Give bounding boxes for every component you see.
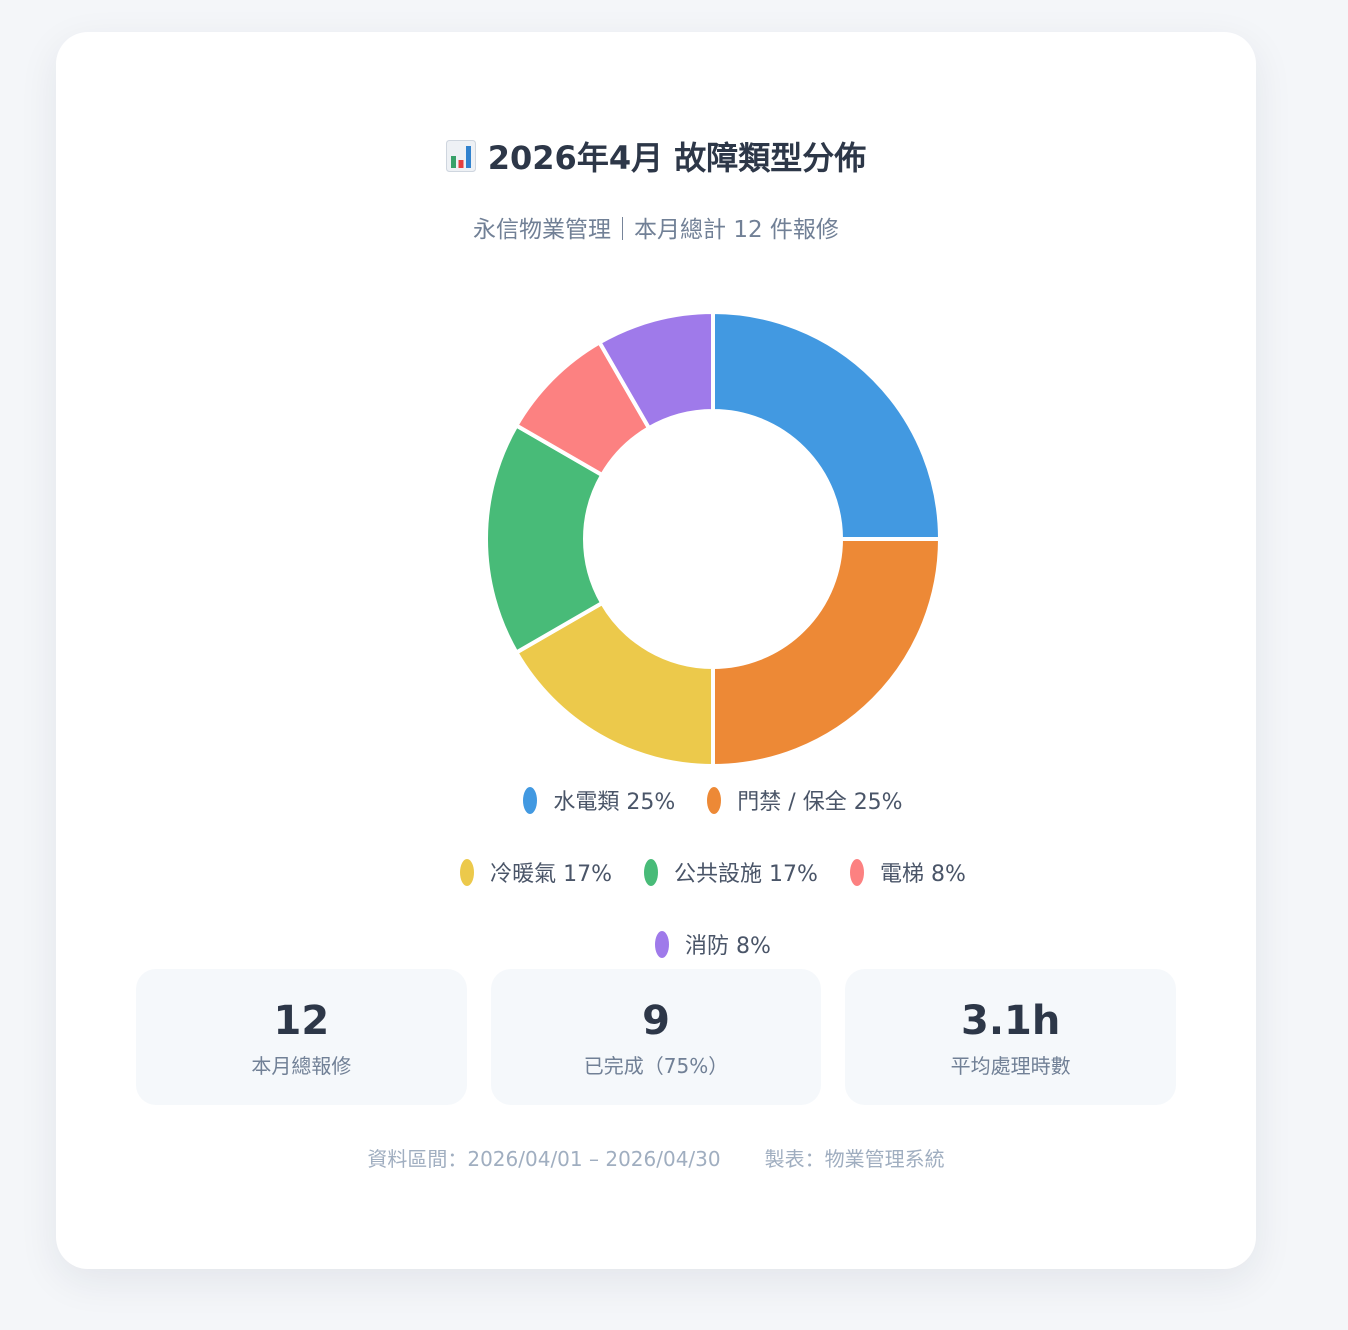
legend-swatch [849,858,864,886]
legend-label: 公共設施 17% [674,862,818,887]
stat-card-total: 12 本月總報修 [136,969,467,1105]
legend-item[interactable]: 門禁 / 保全 25% [707,784,903,816]
legend-swatch [707,786,722,814]
legend-swatch [644,858,659,886]
subtitle: 永信物業管理｜本月總計 12 件報修 [473,217,839,243]
stat-label: 平均處理時數 [950,1054,1071,1078]
stat-label: 本月總報修 [251,1054,352,1078]
legend-label: 電梯 8% [879,862,966,887]
legend-label: 冷暖氣 17% [490,862,613,887]
legend-swatch [523,786,538,814]
legend-label: 消防 8% [685,934,771,959]
stat-card-completed: 9 已完成（75%） [490,969,822,1105]
stat-value: 3.1h [961,998,1061,1044]
legend-swatch [655,930,670,958]
title-text: 2026年4月 故障類型分佈 [487,139,867,177]
page-title: 2026年4月 故障類型分佈 [56,136,1256,180]
footer-maker: 製表：物業管理系統 [764,1147,945,1171]
chart-legend: 水電類 25% 門禁 / 保全 25% 冷暖氣 17% 公共設施 17% 電梯 8% 消防… [426,784,1000,960]
report-card: 2026年4月 故障類型分佈 永信物業管理｜本月總計 12 件報修 水電類 25… [56,32,1256,1269]
legend-label: 門禁 / 保全 25% [737,790,903,815]
footer: 資料區間：2026/04/01 – 2026/04/30 製表：物業管理系統 [56,1144,1256,1174]
legend-label: 水電類 25% [553,790,676,815]
legend-item[interactable]: 公共設施 17% [644,856,818,888]
stats-row: 12 本月總報修 9 已完成（75%） 3.1h 平均處理時數 [136,969,1177,1105]
donut-chart [484,310,942,768]
donut-slice-0[interactable] [711,310,942,541]
legend-item[interactable]: 消防 8% [655,928,771,960]
legend-item[interactable]: 冷暖氣 17% [460,856,612,888]
footer-date-range: 資料區間：2026/04/01 – 2026/04/30 [367,1147,721,1171]
stat-label: 已完成（75%） [583,1054,729,1078]
legend-item[interactable]: 水電類 25% [523,784,675,816]
stat-value: 12 [273,998,330,1044]
donut-slice-1[interactable] [711,537,942,768]
legend-item[interactable]: 電梯 8% [849,856,966,888]
stat-card-avg-time: 3.1h 平均處理時數 [845,969,1177,1105]
legend-swatch [460,858,475,886]
stat-value: 9 [642,998,670,1044]
bar-chart-icon [445,140,476,172]
